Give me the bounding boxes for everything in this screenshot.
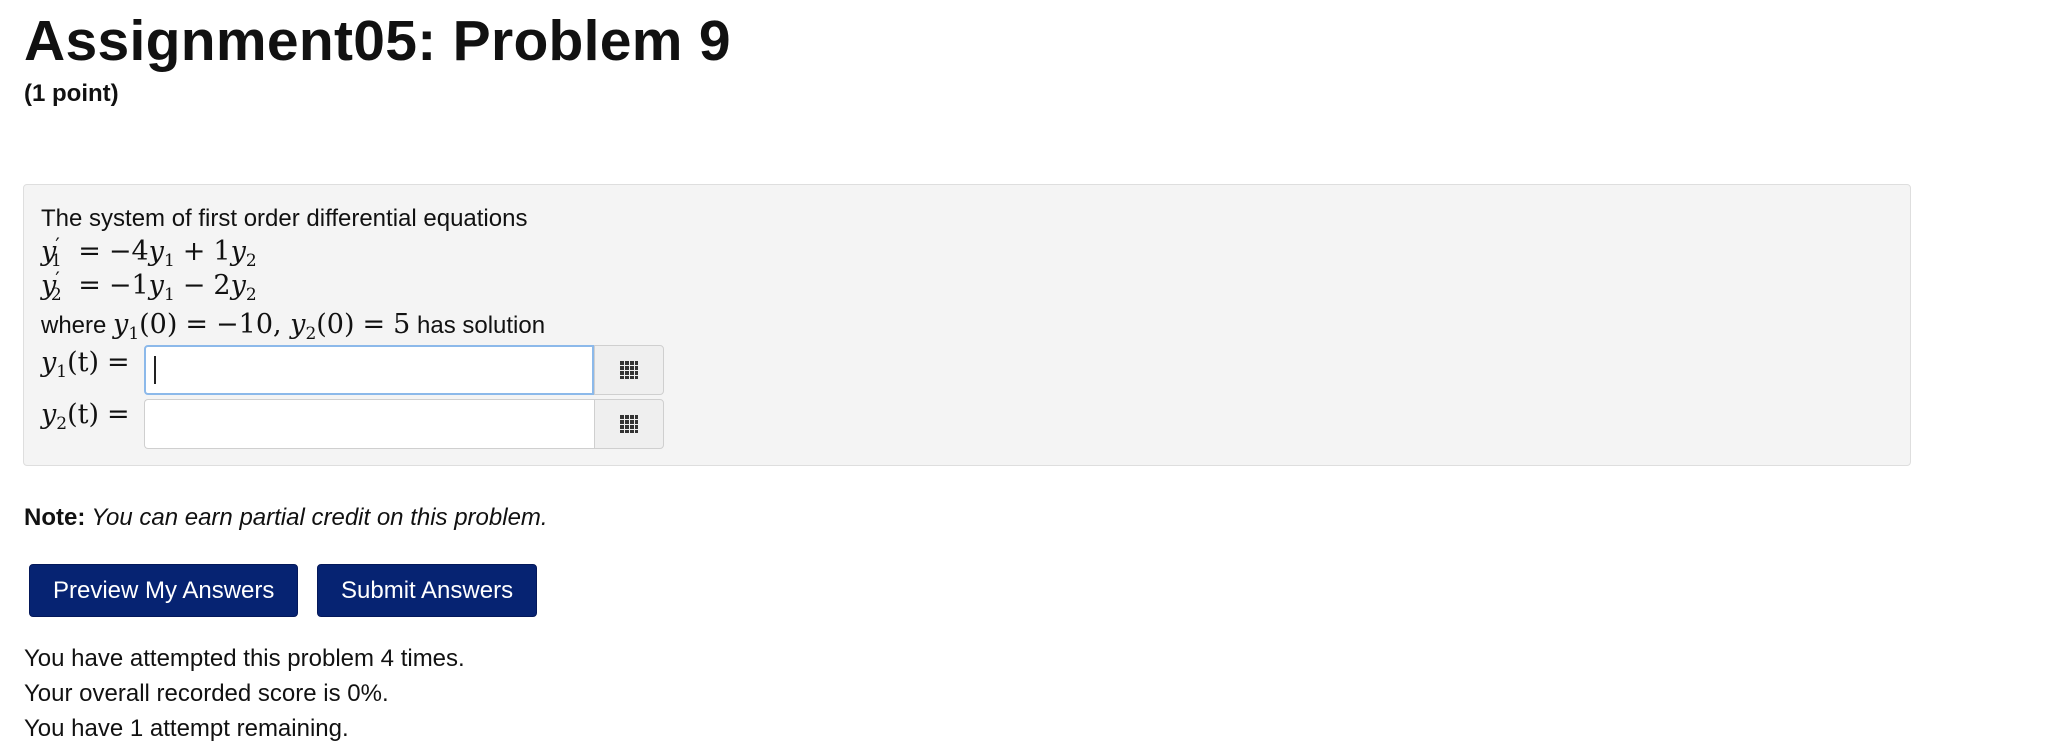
eq1-operator: + [182, 236, 206, 267]
eq2-equals: = [78, 270, 101, 301]
init-y2-sub: 2 [305, 324, 317, 344]
eq2-var-2: y [230, 270, 246, 301]
init-y2-arg: (0) [316, 309, 355, 340]
initial-math: y1(0) = −10, y2(0) = 5 [113, 309, 411, 344]
answer-2-label: y2(t) = [41, 399, 138, 434]
preview-answers-button[interactable]: Preview My Answers [29, 564, 299, 617]
answer-1-sub: 1 [56, 362, 68, 382]
eq1-var-2: y [230, 236, 246, 267]
answer-1-label: y1(t) = [41, 347, 138, 382]
partial-credit-note: Note: You can earn partial credit on this… [24, 504, 548, 532]
remaining-attempts-text: You have 1 attempt remaining. [24, 715, 349, 742]
note-label: Note: [24, 504, 86, 531]
attempts-text: You have attempted this problem 4 times. [24, 645, 465, 672]
init-y1-sub: 1 [128, 324, 140, 344]
answer-1-arg: (t) [67, 347, 100, 378]
note-text: You can earn partial credit on this prob… [91, 504, 548, 531]
answer-2-input[interactable] [144, 399, 594, 449]
score-text: Your overall recorded score is 0%. [24, 680, 389, 707]
init-y1-value: −10, [216, 309, 282, 340]
eq2-coef-1: −1 [108, 270, 149, 301]
grid-icon [620, 415, 638, 433]
init-y2-var: y [290, 309, 306, 340]
eq1-coef-2: 1 [213, 236, 231, 267]
init-y1-arg: (0) [139, 309, 178, 340]
eq2-sub-2: 2 [245, 285, 257, 305]
initial-conditions: where y1(0) = −10, y2(0) = 5 has solution [41, 309, 545, 344]
init-y1-equals: = [185, 309, 209, 340]
answer-2-sub: 2 [56, 414, 68, 434]
init-y2-value: 5 [393, 309, 411, 340]
equation-1: y′1 = −4y1 +1y2 [41, 233, 257, 271]
grid-icon [620, 361, 638, 379]
eq2-var-1: y [148, 270, 164, 301]
answer-2-arg: (t) [67, 399, 100, 430]
init-y2-equals: = [362, 309, 386, 340]
text-cursor [154, 356, 156, 384]
answer-2-equation-editor-button[interactable] [594, 399, 664, 449]
equation-2: y′2 = −1y1−2y2 [41, 267, 257, 305]
eq2-lhs-sub: 2 [50, 285, 62, 305]
eq1-coef-1: −4 [108, 236, 149, 267]
eq1-var-1: y [148, 236, 164, 267]
answer-1-var: y [41, 347, 57, 378]
submit-answers-button[interactable]: Submit Answers [317, 564, 538, 617]
page: Assignment05: Problem 9 (1 point) The sy… [0, 0, 2062, 750]
answer-1-input[interactable] [144, 345, 594, 395]
init-y1-var: y [113, 309, 129, 340]
answer-1-equals: = [107, 347, 130, 378]
answer-2-equals: = [107, 399, 130, 430]
page-title: Assignment05: Problem 9 [24, 9, 731, 73]
answer-2-var: y [41, 399, 57, 430]
points-label: (1 point) [24, 80, 119, 107]
eq1-equals: = [78, 236, 101, 267]
eq2-operator: − [182, 270, 206, 301]
initial-prefix: where [41, 312, 107, 339]
problem-intro: The system of first order differential e… [41, 205, 528, 232]
initial-suffix: has solution [417, 312, 546, 339]
answer-1-equation-editor-button[interactable] [594, 345, 664, 395]
eq2-sub-1: 1 [163, 285, 175, 305]
problem-panel: The system of first order differential e… [23, 184, 1911, 466]
eq2-coef-2: 2 [213, 270, 231, 301]
